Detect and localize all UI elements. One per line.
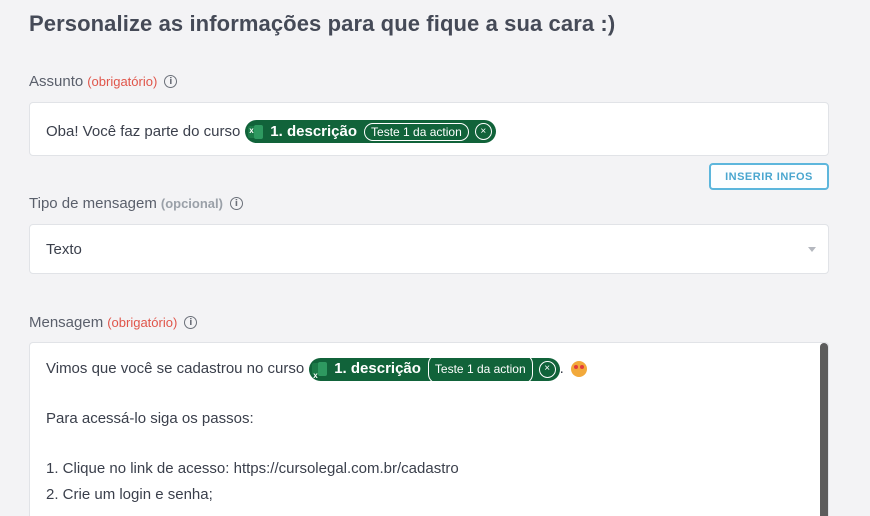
subject-label: Assunto — [29, 73, 84, 90]
message-label: Mensagem — [29, 314, 104, 331]
message-type-label: Tipo de mensagem — [29, 195, 157, 212]
message-line: Para acessá-lo siga os passos: — [46, 410, 254, 427]
variable-chip[interactable]: x 1. descrição Teste 1 da action × — [309, 354, 560, 384]
chip-name: 1. descrição — [334, 360, 421, 377]
scrollbar[interactable] — [820, 343, 828, 516]
message-content: Vimos que você se cadastrou no curso x 1… — [46, 354, 808, 508]
message-step: 1. Clique no link de acesso: https://cur… — [46, 460, 459, 477]
message-line-text: Vimos que você se cadastrou no curso — [46, 360, 305, 377]
info-icon[interactable]: i — [229, 197, 243, 210]
page-title: Personalize as informações para que fiqu… — [29, 11, 616, 36]
chip-tag: Teste 1 da action — [427, 354, 533, 384]
message-type-value: Texto — [46, 241, 82, 258]
variable-chip[interactable]: x 1. descrição Teste 1 da action × — [245, 120, 496, 143]
chevron-down-icon — [808, 247, 816, 252]
subject-label-row: Assunto (obrigatório) i — [29, 73, 178, 90]
message-type-select[interactable]: Texto — [29, 224, 829, 274]
subject-content: Oba! Você faz parte do curso x 1. descri… — [46, 120, 496, 143]
message-editor[interactable]: Vimos que você se cadastrou no curso x 1… — [29, 342, 829, 516]
message-label-row: Mensagem (obrigatório) i — [29, 314, 198, 331]
star-struck-emoji-icon — [570, 361, 587, 377]
close-icon[interactable]: × — [474, 123, 492, 140]
message-line: Vimos que você se cadastrou no curso x 1… — [46, 354, 808, 384]
subject-text: Oba! Você faz parte do curso — [46, 123, 241, 140]
info-icon[interactable]: i — [164, 75, 178, 88]
message-step: 2. Crie um login e senha; — [46, 486, 213, 503]
insert-infos-button[interactable]: INSERIR INFOS — [709, 163, 829, 190]
chip-tag: Teste 1 da action — [364, 122, 469, 141]
excel-icon: x — [312, 361, 328, 380]
message-required-tag: (obrigatório) — [107, 315, 178, 330]
close-icon[interactable]: × — [538, 360, 556, 378]
chip-name: 1. descrição — [270, 123, 358, 140]
message-type-optional-tag: (opcional) — [160, 196, 223, 211]
info-icon[interactable]: i — [184, 316, 198, 329]
message-line-suffix: . — [559, 360, 564, 377]
message-type-label-row: Tipo de mensagem (opcional) i — [29, 195, 243, 212]
subject-required-tag: (obrigatório) — [87, 74, 158, 89]
subject-input[interactable]: Oba! Você faz parte do curso x 1. descri… — [29, 102, 829, 156]
excel-icon: x — [248, 124, 264, 140]
